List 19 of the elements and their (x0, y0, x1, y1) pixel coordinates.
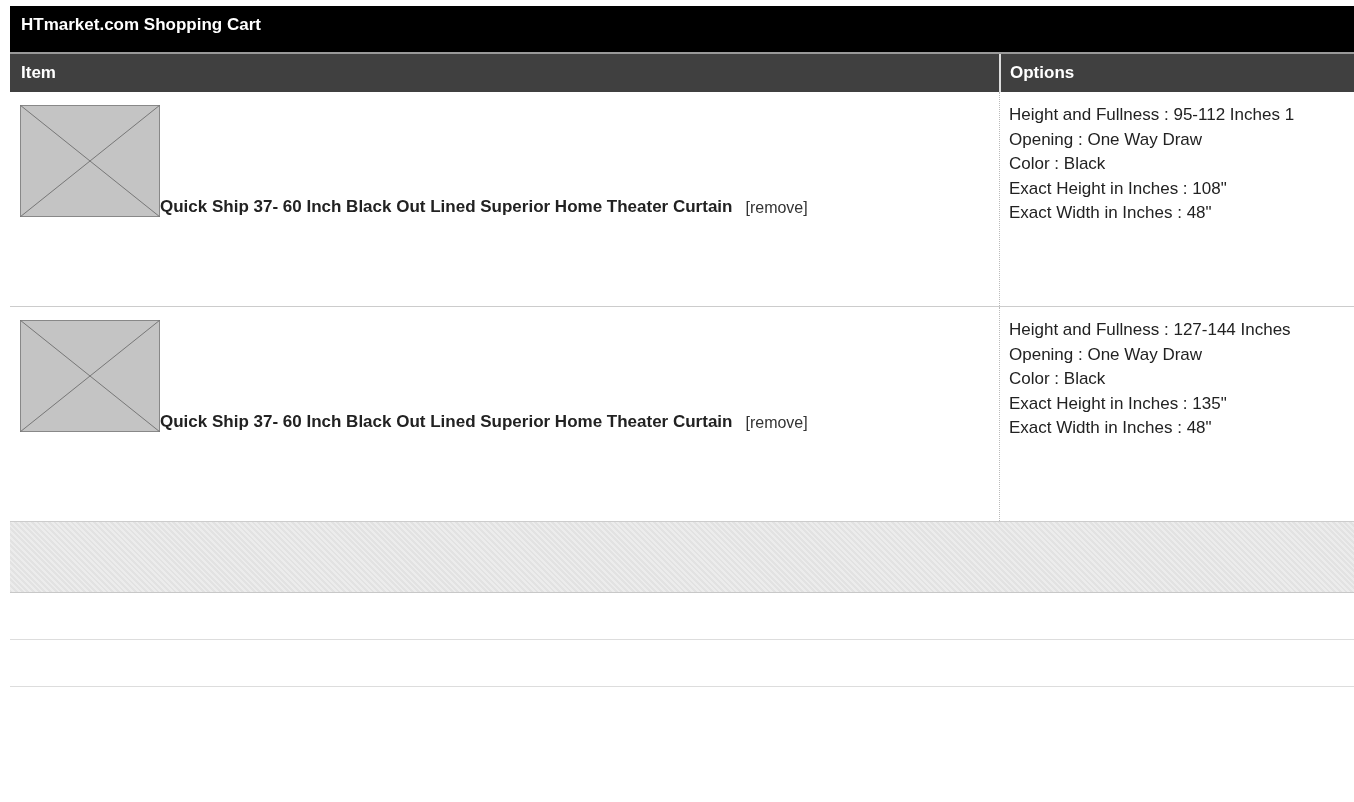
column-header: Options (999, 54, 1075, 92)
option-text: Opening : One Way Draw (1009, 128, 1204, 151)
product-name: Quick Ship 37- 60 Inch Black Out Lined Superior Home Theater Curtain (160, 197, 733, 217)
broken-image-icon (20, 105, 160, 217)
option-text: Exact Height in Inches : 135" (1009, 392, 1228, 415)
remove-link[interactable]: [remove] (745, 199, 808, 217)
option-text: Height and Fullness : 95-112 Inches 1 (1009, 104, 1295, 126)
option-text: Opening : One Way Draw (1009, 343, 1204, 366)
option-text: Color : Black (1009, 153, 1107, 175)
option-text: Exact Width in Inches : 48" (1009, 417, 1213, 439)
column-header: Item (20, 63, 57, 83)
option-text: Height and Fullness : 127-144 Inches (1009, 319, 1291, 341)
option-text: Exact Height in Inches : 108" (1009, 177, 1228, 200)
option-text: Exact Width in Inches : 48" (1009, 202, 1213, 224)
remove-link[interactable]: [remove] (745, 414, 808, 432)
broken-image-icon (20, 320, 160, 432)
product-name: Quick Ship 37- 60 Inch Black Out Lined Superior Home Theater Curtain (160, 412, 733, 432)
cart-title: HTmarket.com Shopping Cart (21, 15, 261, 35)
option-text: Color : Black (1009, 368, 1107, 390)
